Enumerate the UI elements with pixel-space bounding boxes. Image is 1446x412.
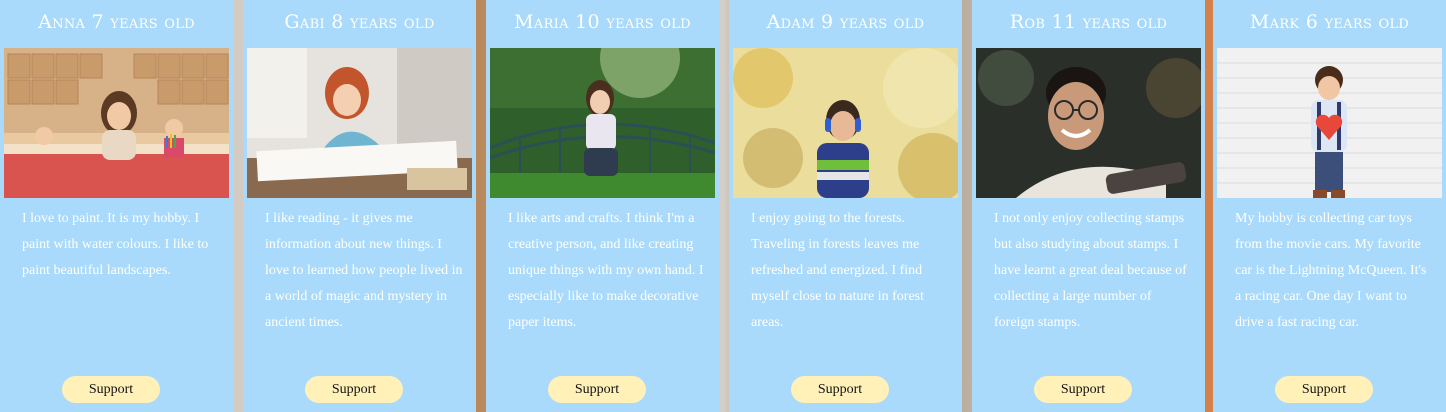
support-button-adam[interactable]: Support — [791, 376, 889, 403]
child-card-anna: Anna 7 years old I love to paint. It is … — [0, 0, 233, 412]
support-button-rob[interactable]: Support — [1034, 376, 1132, 403]
card-description: I like reading - it gives me information… — [265, 211, 463, 330]
girl-sitting-in-park-photo — [490, 48, 715, 198]
smiling-boy-with-glasses-photo — [976, 48, 1201, 198]
card-title: Gabi 8 years old — [284, 11, 435, 33]
card-title: Maria 10 years old — [514, 11, 691, 33]
card-title: Mark 6 years old — [1249, 11, 1410, 33]
support-button-anna[interactable]: Support — [62, 376, 160, 403]
card-title: Adam 9 years old — [766, 11, 925, 33]
boy-with-headphones-forest-photo — [733, 48, 958, 198]
card-description: I like arts and crafts. I think I'm a cr… — [508, 211, 704, 330]
card-description: I love to paint. It is my hobby. I paint… — [22, 211, 209, 278]
girl-painting-classroom-photo — [4, 48, 229, 198]
boy-holding-heart-photo — [1217, 48, 1442, 198]
support-button-gabi[interactable]: Support — [305, 376, 403, 403]
child-card-rob: Rob 11 years old I not only enjoy collec… — [972, 0, 1205, 412]
card-title: Anna 7 years old — [38, 11, 195, 33]
support-button-maria[interactable]: Support — [548, 376, 646, 403]
support-button-mark[interactable]: Support — [1275, 376, 1373, 403]
child-card-mark: Mark 6 years old My hobby is collecting … — [1213, 0, 1446, 412]
children-cards-section: Anna 7 years old I love to paint. It is … — [0, 0, 1446, 412]
card-description: I not only enjoy collecting stamps but a… — [994, 211, 1187, 330]
girl-drawing-at-desk-photo — [247, 48, 472, 198]
child-card-adam: Adam 9 years old I enjoy going to the fo… — [729, 0, 962, 412]
child-card-gabi: Gabi 8 years old I like reading - it giv… — [243, 0, 476, 412]
card-description: My hobby is collecting car toys from the… — [1235, 211, 1427, 330]
child-card-maria: Maria 10 years old I like arts and craft… — [486, 0, 719, 412]
card-description: I enjoy going to the forests. Traveling … — [751, 211, 925, 330]
card-title: Rob 11 years old — [1009, 11, 1168, 33]
